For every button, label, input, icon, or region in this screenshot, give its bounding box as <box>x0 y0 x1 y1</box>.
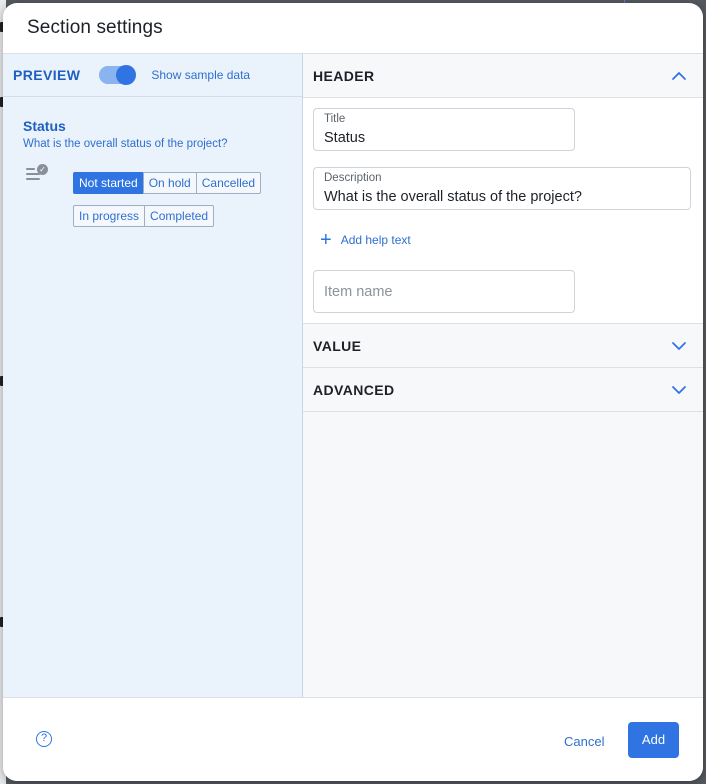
header-section-label: HEADER <box>313 67 375 84</box>
title-field-value: Status <box>324 130 366 146</box>
dialog-title: Section settings <box>27 17 163 38</box>
preview-label: PREVIEW <box>13 67 81 83</box>
title-field-label: Title <box>324 113 346 125</box>
toggle-knob <box>116 65 137 85</box>
header-section-toggle[interactable]: HEADER <box>303 54 703 98</box>
preview-panel: PREVIEW Show sample data Status What is … <box>3 54 303 697</box>
title-field[interactable]: Title Status <box>313 108 575 151</box>
header-section-body: Title Status Description What is the ove… <box>303 98 703 324</box>
add-help-text-label: Add help text <box>340 233 411 247</box>
preview-bar: PREVIEW Show sample data <box>3 54 302 97</box>
description-field[interactable]: Description What is the overall status o… <box>313 167 691 210</box>
chevron-up-icon <box>672 71 686 80</box>
item-name-placeholder: Item name <box>324 284 393 300</box>
status-option-chip[interactable]: Not started <box>73 172 144 194</box>
add-button[interactable]: Add <box>628 722 679 758</box>
status-option-chip[interactable]: Completed <box>144 205 215 227</box>
preview-question-body: ✓ Not started On hold Cancelled In progres… <box>23 164 282 227</box>
chevron-down-icon <box>672 385 686 394</box>
add-help-text-link[interactable]: + Add help text <box>320 229 430 251</box>
preview-content: Status What is the overall status of the… <box>3 97 302 248</box>
advanced-section-label: ADVANCED <box>313 381 395 398</box>
cancel-button[interactable]: Cancel <box>564 734 604 749</box>
item-name-field[interactable]: Item name <box>313 270 575 313</box>
sample-data-label[interactable]: Show sample data <box>151 68 250 82</box>
status-options-row: Not started On hold Cancelled <box>73 172 262 194</box>
status-options: Not started On hold Cancelled In progress C… <box>73 172 262 227</box>
plus-icon: + <box>320 229 332 251</box>
advanced-section-toggle[interactable]: ADVANCED <box>303 368 703 412</box>
dialog-body: PREVIEW Show sample data Status What is … <box>3 54 703 697</box>
status-option-chip[interactable]: In progress <box>73 205 146 227</box>
status-options-row: In progress Completed <box>73 205 261 227</box>
status-option-chip[interactable]: On hold <box>142 172 197 194</box>
sample-data-toggle[interactable] <box>99 65 137 85</box>
description-field-label: Description <box>324 172 382 184</box>
single-select-list-icon: ✓ <box>26 164 54 194</box>
settings-panel: HEADER Title Status Description What is … <box>303 54 703 697</box>
chevron-down-icon <box>672 341 686 350</box>
value-section-label: VALUE <box>313 337 362 354</box>
status-option-chip[interactable]: Cancelled <box>195 172 262 194</box>
description-field-value: What is the overall status of the projec… <box>324 189 582 205</box>
value-section-toggle[interactable]: VALUE <box>303 324 703 368</box>
section-settings-dialog: Section settings PREVIEW Show sample dat… <box>3 3 703 781</box>
preview-question-description: What is the overall status of the projec… <box>23 138 228 150</box>
question-circle-icon[interactable]: ? <box>36 731 52 747</box>
dialog-footer: ? Cancel Add <box>3 697 703 781</box>
dialog-header: Section settings <box>3 3 703 54</box>
preview-question-title: Status <box>23 118 66 134</box>
